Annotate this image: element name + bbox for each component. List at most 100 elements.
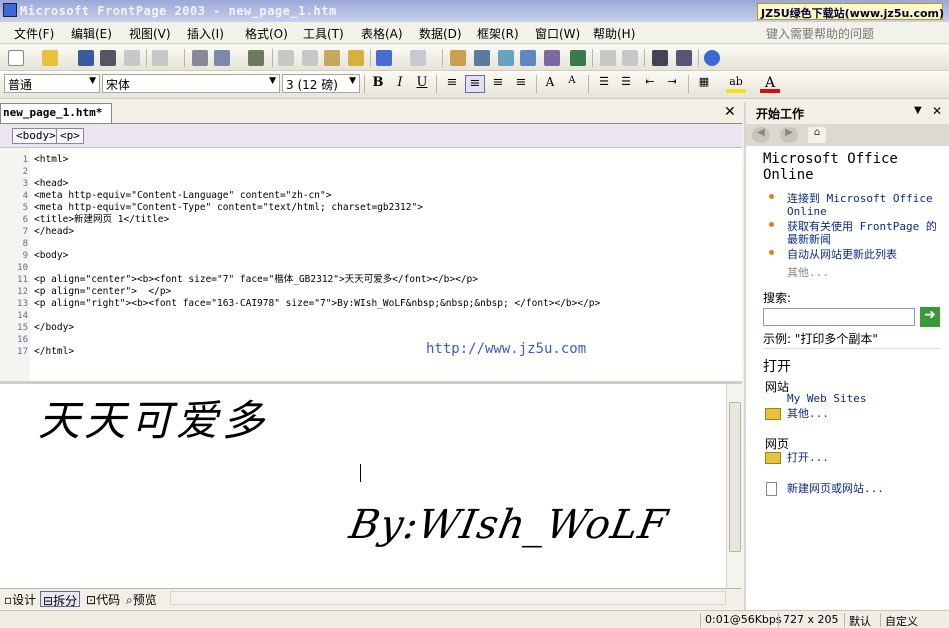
font-dropdown[interactable]: 宋体 ▼ [102, 74, 280, 93]
borders-icon[interactable]: ▦ [694, 75, 714, 93]
print-icon[interactable] [192, 50, 208, 66]
binoculars-icon[interactable] [100, 50, 116, 66]
italic-button[interactable]: I [390, 75, 410, 93]
close-document-icon[interactable]: ✕ [724, 104, 736, 120]
toggle-pane-icon[interactable] [152, 50, 168, 66]
menu-edit[interactable]: 编辑(E) [71, 25, 112, 42]
refresh-icon[interactable] [600, 50, 616, 66]
tab-split[interactable]: ⊟拆分 [40, 591, 81, 608]
link-open-page[interactable]: 打开... [787, 451, 829, 464]
task-pane-nav: ◀ ▶ ⌂ [746, 124, 949, 146]
align-center-button[interactable]: ≡ [465, 75, 485, 93]
insert-table-icon[interactable] [474, 50, 490, 66]
back-icon[interactable]: ◀ [752, 127, 770, 143]
redo-icon[interactable] [410, 50, 426, 66]
show-all-icon[interactable] [652, 50, 668, 66]
cut-icon[interactable] [278, 50, 294, 66]
menu-bar: 文件(F) 编辑(E) 视图(V) 插入(I) 格式(O) 工具(T) 表格(A… [0, 22, 949, 44]
task-pane-close-icon[interactable]: ✕ [932, 104, 942, 118]
search-input[interactable] [763, 308, 915, 326]
task-pane-menu-icon[interactable]: ▼ [914, 105, 922, 116]
tab-new-page-1[interactable]: new_page_1.htm* [0, 103, 112, 123]
font-size-dropdown[interactable]: 3 (12 磅) ▼ [282, 74, 360, 93]
tab-design[interactable]: ▫设计 [2, 591, 38, 607]
justify-button[interactable]: ≡ [511, 75, 531, 93]
link-latest-news[interactable]: 获取有关使用 FrontPage 的最新新闻 [787, 220, 947, 246]
layer-icon[interactable] [498, 50, 514, 66]
drawing-icon[interactable] [544, 50, 560, 66]
status-custom[interactable]: 自定义 [880, 613, 922, 628]
shrink-font-button[interactable]: A [562, 75, 582, 93]
new-page-icon[interactable] [8, 50, 24, 66]
menu-view[interactable]: 视图(V) [129, 25, 171, 42]
bold-button[interactable]: B [368, 75, 388, 93]
numbering-button[interactable]: ☰ [594, 75, 614, 93]
tab-code[interactable]: ⊡代码 [84, 591, 122, 607]
home-icon[interactable]: ⌂ [808, 127, 826, 143]
underline-button[interactable]: U [412, 75, 432, 93]
tab-code-label: 代码 [96, 593, 121, 607]
help-question-input[interactable]: 键入需要帮助的问题 [766, 25, 944, 42]
menu-file[interactable]: 文件(F) [14, 25, 54, 42]
align-right-button[interactable]: ≡ [488, 75, 508, 93]
menu-frames[interactable]: 框架(R) [477, 25, 519, 42]
copy-icon[interactable] [302, 50, 318, 66]
design-signature: By:WIsh_WoLF [345, 502, 672, 548]
help-icon[interactable] [704, 50, 720, 66]
spelling-icon[interactable] [248, 50, 264, 66]
font-color-icon[interactable]: A [760, 75, 780, 93]
align-left-button[interactable]: ≡ [442, 75, 462, 93]
code-line: <p align="center"><b><font size="7" face… [34, 274, 478, 285]
menu-format[interactable]: 格式(O) [245, 25, 288, 42]
publish-icon[interactable] [124, 50, 140, 66]
design-vertical-scrollbar[interactable] [726, 384, 742, 588]
search-go-button[interactable]: ➜ [920, 307, 940, 327]
link-connect-office-online[interactable]: 连接到 Microsoft Office Online [787, 192, 947, 218]
bullets-button[interactable]: ☰ [616, 75, 636, 93]
insert-picture-icon[interactable] [520, 50, 536, 66]
status-mode[interactable]: 默认 [844, 613, 875, 628]
grow-font-button[interactable]: A [540, 75, 560, 93]
scrollbar-thumb[interactable] [729, 402, 741, 552]
design-pane[interactable]: 天天可爱多 By:WIsh_WoLF [0, 384, 726, 588]
bullet-icon [769, 194, 774, 199]
link-auto-update[interactable]: 自动从网站更新此列表 [787, 248, 947, 261]
menu-insert[interactable]: 插入(I) [187, 25, 224, 42]
tab-preview[interactable]: ⌕预览 [124, 591, 159, 607]
undo-icon[interactable] [376, 50, 392, 66]
link-sites-more[interactable]: 其他... [787, 407, 829, 420]
stop-icon[interactable] [622, 50, 638, 66]
menu-data[interactable]: 数据(D) [419, 25, 462, 42]
open-folder-icon[interactable] [42, 50, 58, 66]
menu-tools[interactable]: 工具(T) [303, 25, 344, 42]
line-number: 17 [17, 347, 28, 357]
quick-tag-p[interactable]: <p> [56, 128, 84, 144]
horizontal-scrollbar[interactable] [170, 591, 726, 605]
code-pane[interactable]: 1 2 3 4 5 6 7 8 9 10 11 12 13 14 15 16 17 <html> <head> <m… [0, 148, 742, 381]
code-line: <meta http-equiv="Content-Type" content=… [34, 202, 423, 213]
decrease-indent-button[interactable]: ⇤ [640, 75, 660, 93]
menu-window[interactable]: 窗口(W) [535, 25, 580, 42]
web-component-icon[interactable] [450, 50, 466, 66]
page-label: 网页 [765, 437, 790, 451]
menu-table[interactable]: 表格(A) [361, 25, 403, 42]
link-my-web-sites[interactable]: My Web Sites [787, 392, 866, 405]
link-more-office[interactable]: 其他... [787, 266, 829, 279]
status-bar: 0:01@56Kbps 727 x 205 默认 自定义 [0, 610, 949, 628]
menu-help[interactable]: 帮助(H) [593, 25, 635, 42]
increase-indent-button[interactable]: ⇥ [662, 75, 682, 93]
highlight-icon[interactable]: ab [726, 75, 746, 93]
link-new-page-or-site[interactable]: 新建网页或网站... [787, 482, 884, 495]
print-preview-icon[interactable] [214, 50, 230, 66]
quick-tag-body[interactable]: <body> [12, 128, 60, 144]
paste-icon[interactable] [324, 50, 340, 66]
bookmark-icon[interactable] [676, 50, 692, 66]
hyperlink-icon[interactable] [570, 50, 586, 66]
style-dropdown[interactable]: 普通 ▼ [4, 74, 100, 93]
save-icon[interactable] [78, 50, 94, 66]
format-painter-icon[interactable] [348, 50, 364, 66]
bullet-icon [769, 222, 774, 227]
forward-icon[interactable]: ▶ [780, 127, 798, 143]
folder-icon [765, 452, 781, 464]
frontpage-app-icon [3, 3, 17, 17]
